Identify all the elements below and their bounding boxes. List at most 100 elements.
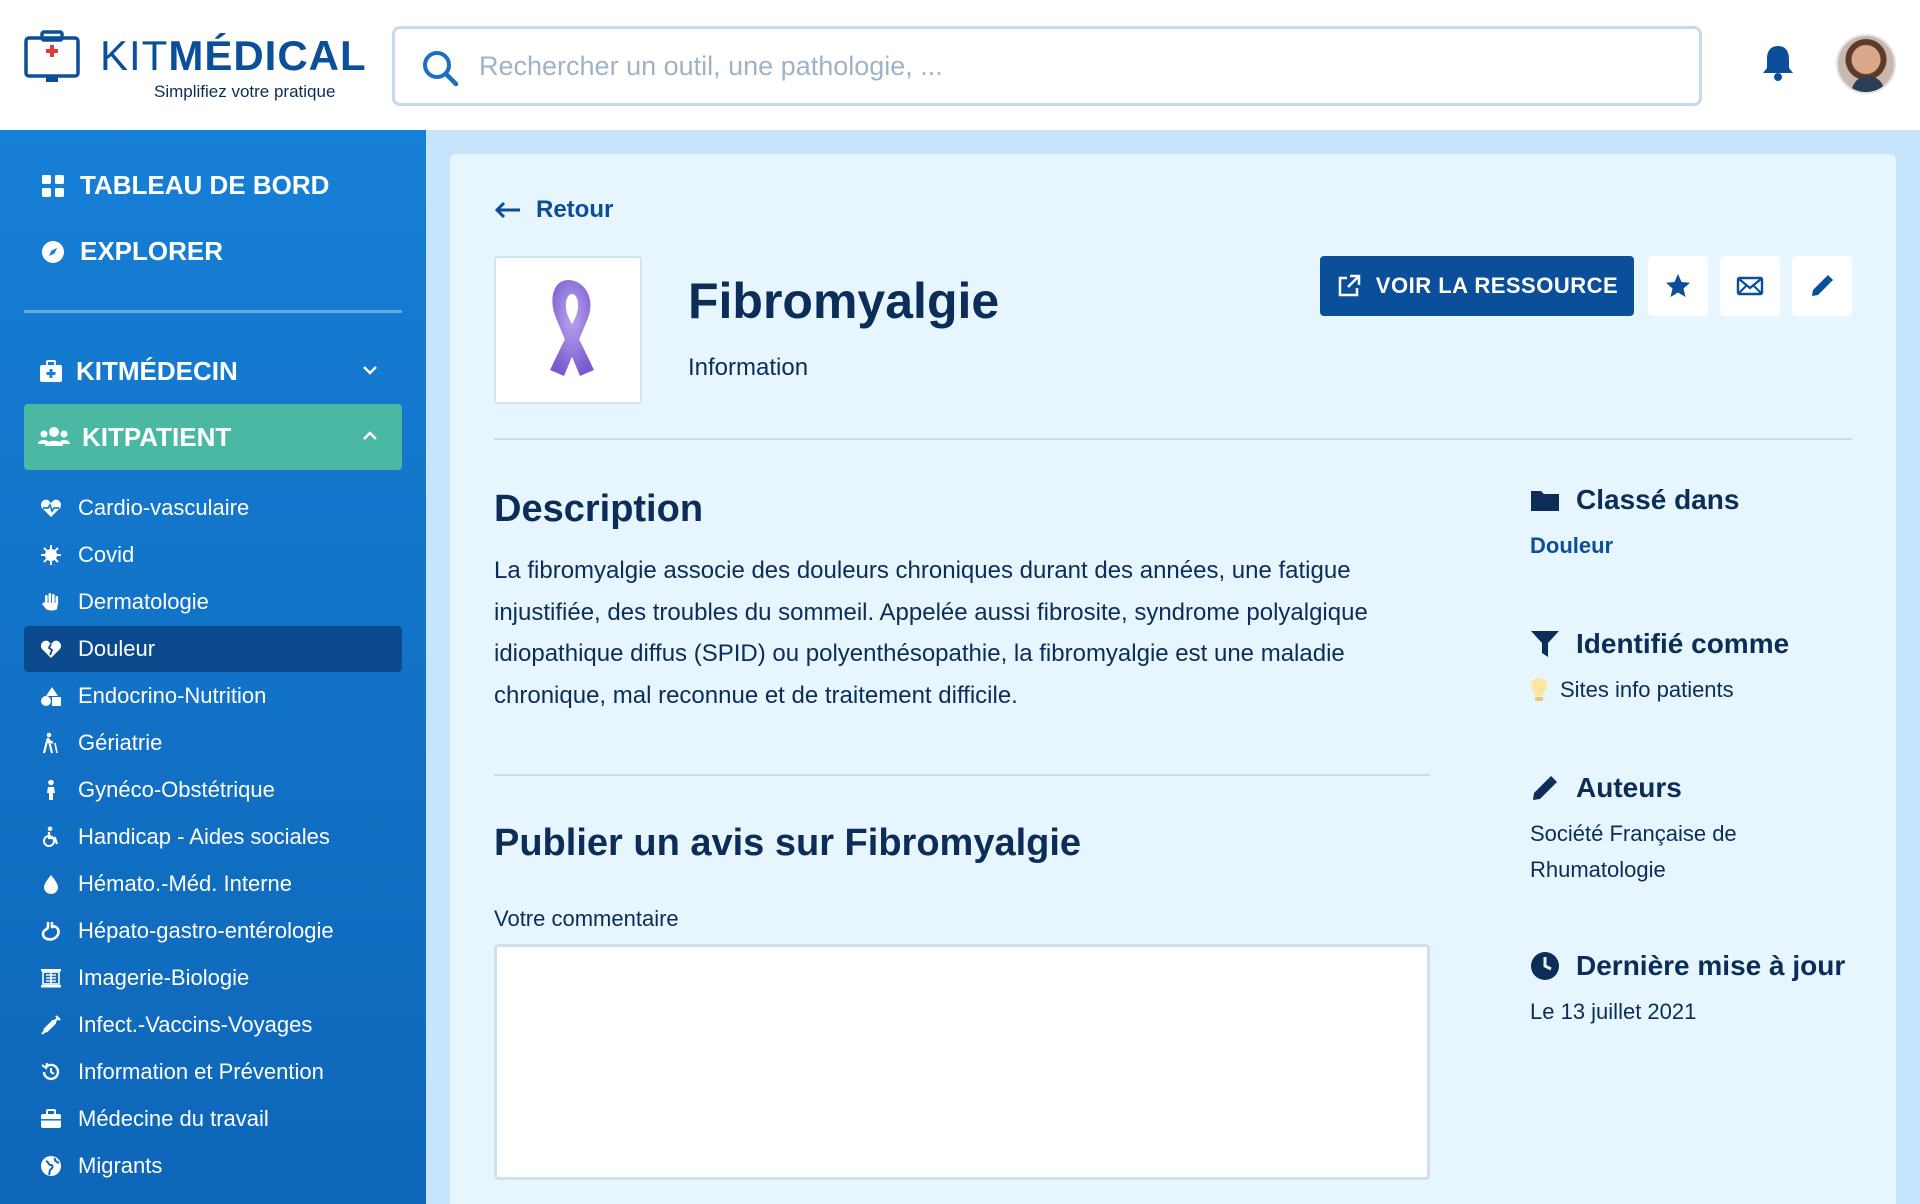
nav-explorer-label: EXPLORER: [80, 236, 224, 266]
sidebar-item-geriatrie[interactable]: Gériatrie: [24, 720, 402, 766]
person-icon: [47, 779, 55, 800]
sidebar-item-label: Migrants: [78, 1153, 163, 1178]
brand-logo[interactable]: KITMÉDICAL Simplifiez votre pratique: [24, 24, 366, 108]
sidebar-item-label: Hépato-gastro-entérologie: [78, 918, 334, 943]
sidebar-item-label: Cardio-vasculaire: [78, 495, 250, 520]
updated-value: Le 13 juillet 2021: [1530, 999, 1697, 1024]
header-divider: [494, 438, 1852, 440]
sidebar-item-gyneco[interactable]: Gynéco-Obstétrique: [24, 767, 402, 813]
nav-dashboard[interactable]: TABLEAU DE BORD: [40, 170, 329, 201]
chevron-down-icon: [363, 366, 377, 375]
classified-heading: Classé dans: [1530, 484, 1739, 516]
sidebar-item-label: Douleur: [78, 636, 156, 661]
nav-explorer[interactable]: EXPLORER: [40, 236, 223, 267]
briefcase-icon: [41, 1109, 61, 1128]
view-resource-button[interactable]: VOIR LA RESSOURCE: [1320, 256, 1634, 316]
sidebar-item-endocrino[interactable]: Endocrino-Nutrition: [24, 673, 402, 719]
brand-name: KITMÉDICAL: [100, 32, 367, 80]
back-label: Retour: [536, 196, 614, 223]
globe-icon: [41, 1156, 61, 1176]
virus-icon: [41, 545, 61, 565]
sidebar: TABLEAU DE BORD EXPLORER KITMÉDECIN KITP…: [0, 130, 426, 1204]
compass-icon: [42, 240, 64, 263]
search-icon[interactable]: [421, 49, 459, 87]
sidebar-item-label: Information et Prévention: [78, 1059, 324, 1084]
xray-icon: [41, 969, 61, 988]
page-title: Fibromyalgie: [688, 273, 1000, 329]
medkit-logo-icon: [24, 30, 80, 82]
identified-value-label: Sites info patients: [1560, 677, 1734, 702]
authors-line-2: Rhumatologie: [1530, 857, 1666, 882]
authors-heading-label: Auteurs: [1576, 772, 1682, 803]
section-kitpatient-label: KITPATIENT: [82, 421, 232, 452]
comment-label: Votre commentaire: [494, 906, 679, 931]
back-link[interactable]: Retour: [494, 196, 613, 224]
classified-value-link[interactable]: Douleur: [1530, 528, 1613, 564]
lightbulb-icon: [1531, 678, 1547, 701]
section-divider: [494, 774, 1430, 776]
external-link-icon: [1338, 274, 1361, 297]
sidebar-item-dermatologie[interactable]: Dermatologie: [24, 579, 402, 625]
sidebar-item-cardio[interactable]: Cardio-vasculaire: [24, 485, 402, 531]
resource-thumbnail: [494, 256, 642, 404]
authors-line-1: Société Française de: [1530, 821, 1737, 846]
brand-tagline: Simplifiez votre pratique: [154, 82, 336, 101]
sidebar-item-hepato[interactable]: Hépato-gastro-entérologie: [24, 908, 402, 954]
identified-value: Sites info patients: [1530, 672, 1734, 708]
user-avatar[interactable]: [1836, 34, 1896, 94]
stomach-icon: [41, 922, 60, 941]
sidebar-item-label: Covid: [78, 542, 135, 567]
pencil-icon: [1533, 776, 1557, 800]
sidebar-item-label: Médecine du travail: [78, 1106, 269, 1131]
sidebar-item-covid[interactable]: Covid: [24, 532, 402, 578]
sidebar-item-migrants[interactable]: Migrants: [24, 1143, 402, 1189]
edit-button[interactable]: [1792, 256, 1852, 316]
nav-dashboard-label: TABLEAU DE BORD: [80, 170, 330, 200]
updated-heading: Dernière mise à jour: [1530, 950, 1845, 982]
review-heading: Publier un avis sur Fibromyalgie: [494, 822, 1082, 864]
medkit-icon: [40, 360, 62, 382]
search-bar: [392, 26, 1702, 106]
sidebar-item-label: Endocrino-Nutrition: [78, 683, 267, 708]
sidebar-item-information[interactable]: Information et Prévention: [24, 1049, 402, 1095]
chevron-up-icon: [363, 431, 377, 440]
sidebar-item-label: Infect.-Vaccins-Voyages: [78, 1012, 313, 1037]
brand-name-bold: MÉDICAL: [168, 32, 367, 79]
sidebar-item-label: Hémato.-Méd. Interne: [78, 871, 292, 896]
hand-icon: [42, 593, 59, 611]
syringe-icon: [41, 1015, 61, 1035]
sidebar-divider: [24, 310, 402, 313]
wheelchair-icon: [43, 826, 59, 847]
comment-textarea[interactable]: [494, 944, 1430, 1180]
arrow-left-icon: [494, 201, 520, 219]
search-input[interactable]: [479, 39, 1679, 93]
brand-name-thin: KIT: [100, 32, 169, 79]
sidebar-item-imagerie[interactable]: Imagerie-Biologie: [24, 955, 402, 1001]
section-kitmedecin[interactable]: KITMÉDECIN: [24, 338, 402, 404]
grid-icon: [42, 174, 64, 197]
sidebar-item-hemato[interactable]: Hémato.-Méd. Interne: [24, 861, 402, 907]
heart-pulse-icon: [40, 499, 62, 517]
sidebar-item-infect[interactable]: Infect.-Vaccins-Voyages: [24, 1002, 402, 1048]
folder-icon: [1531, 491, 1559, 511]
sidebar-item-handicap[interactable]: Handicap - Aides sociales: [24, 814, 402, 860]
favorite-button[interactable]: [1648, 256, 1708, 316]
authors-heading: Auteurs: [1530, 772, 1682, 804]
sidebar-item-medecine-travail[interactable]: Médecine du travail: [24, 1096, 402, 1142]
description-text: La fibromyalgie associe des douleurs chr…: [494, 557, 1368, 709]
top-header: KITMÉDICAL Simplifiez votre pratique: [0, 0, 1920, 130]
broken-heart-icon: [40, 640, 62, 658]
section-kitmedecin-label: KITMÉDECIN: [76, 355, 238, 386]
resource-type: Information: [688, 354, 809, 381]
sidebar-item-label: Dermatologie: [78, 589, 209, 614]
drop-icon: [44, 875, 58, 894]
section-kitpatient[interactable]: KITPATIENT: [24, 404, 402, 470]
bell-icon[interactable]: [1758, 42, 1798, 82]
users-icon: [38, 427, 70, 446]
filter-icon: [1531, 631, 1559, 657]
sidebar-item-label: Imagerie-Biologie: [78, 965, 250, 990]
sidebar-item-douleur[interactable]: Douleur: [24, 626, 402, 672]
clock-icon: [1531, 952, 1559, 980]
email-button[interactable]: [1720, 256, 1780, 316]
content-panel: Retour Fibromyalgie Information VOIR LA …: [450, 154, 1896, 1204]
